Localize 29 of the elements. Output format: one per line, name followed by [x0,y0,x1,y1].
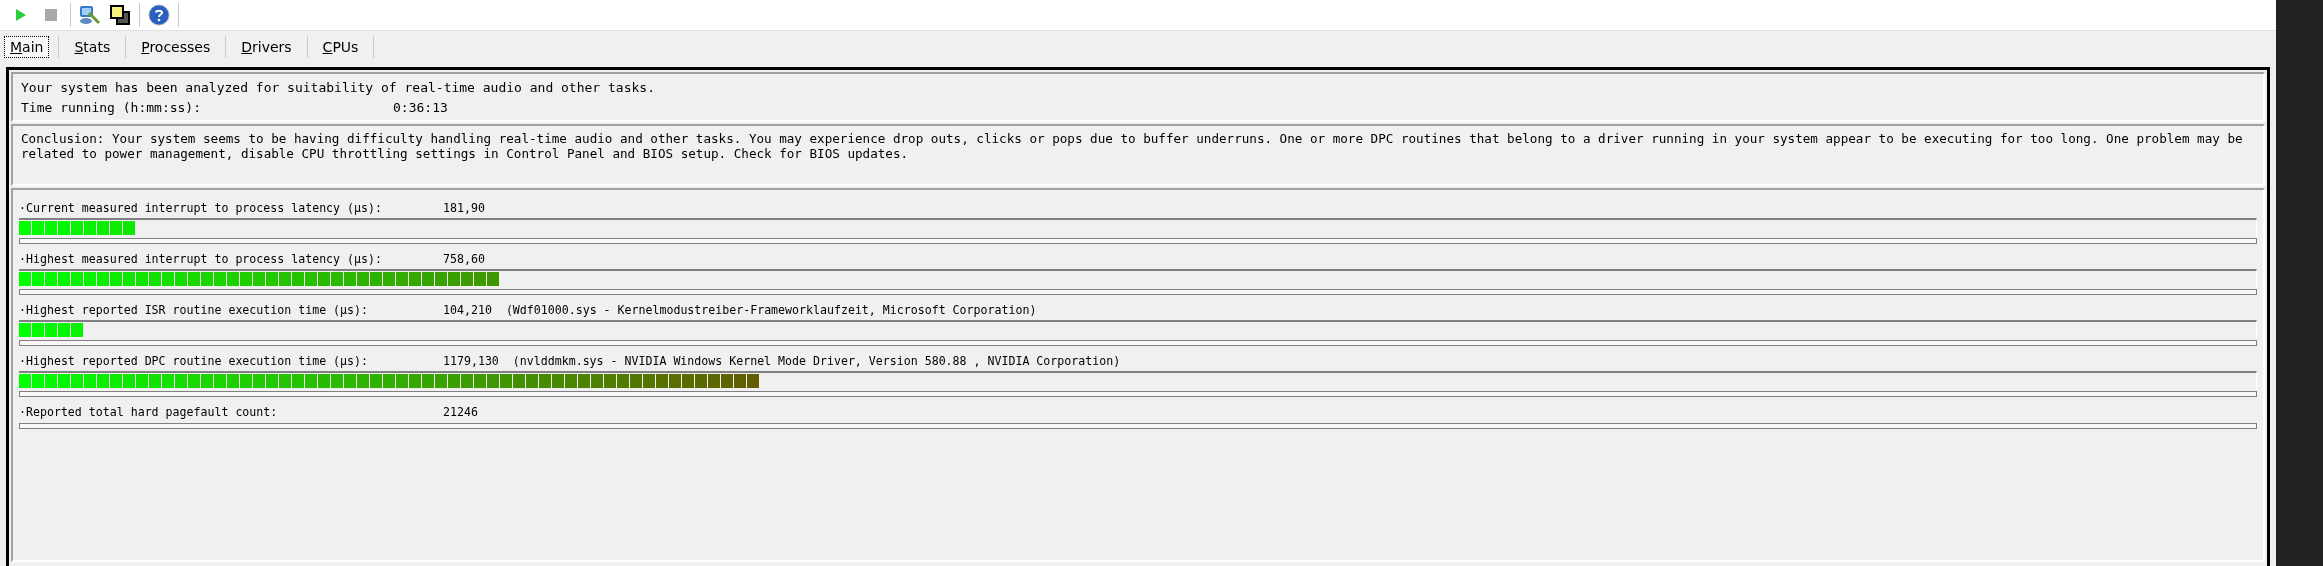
metric-value: 181,90 [443,201,485,215]
metric-value: 758,60 [443,252,485,266]
metric-label: ·Current measured interrupt to process latency (µs): [19,201,383,215]
metric-label: ·Highest reported DPC routine execution time (µs): [19,354,369,368]
help-icon [148,4,170,26]
tab[interactable]: Processes [135,36,217,58]
driver-detail: (Wdf01000.sys - Kernelmodustreiber-Frameworklaufzeit, Microsoft Corporation) [505,303,1037,317]
help-button[interactable] [146,2,172,28]
analysis-text: Your system has been analyzed for suitability of real-time audio and other tasks. [21,79,655,95]
metric-value: 1179,130 [443,354,499,368]
tab[interactable]: Main [4,36,50,58]
metric-value: 104,210 [443,303,492,317]
metric-label: ·Highest measured interrupt to process latency (µs): [19,252,383,266]
tab[interactable]: Stats [68,36,117,58]
metric-value: 21246 [443,405,478,419]
conclusion-text: Conclusion: Your system seems to be having difficulty handling real-time audio and other tasks. You may experience drop outs, clicks or pops due to buffer underruns. One or more DPC routines that belong to a driver running in your system appear to be executing for too long. One problem may be related to power management, disable CPU throttling settings in Control Panel and BIOS setup. Check for BIOS updates. [21,131,2244,161]
tab[interactable]: CPUs [316,36,365,58]
play-icon [15,8,27,22]
level-bar [19,323,83,337]
monitor-wrench-icon [79,4,101,26]
time-value: 0:36:13 [393,99,448,115]
time-label: Time running (h:mm:ss): [21,99,202,115]
metric-label: ·Reported total hard pagefault count: [19,405,279,419]
windows-icon [109,4,131,26]
tab[interactable]: Drivers [235,36,298,58]
driver-detail: (nvlddmkm.sys - NVIDIA Windows Kernel Mode Driver, Version 580.88 , NVIDIA Corporation) [512,354,1121,368]
metric-label: ·Highest reported ISR routine execution time (µs): [19,303,369,317]
windows-button[interactable] [107,2,133,28]
stop-icon [45,9,57,21]
